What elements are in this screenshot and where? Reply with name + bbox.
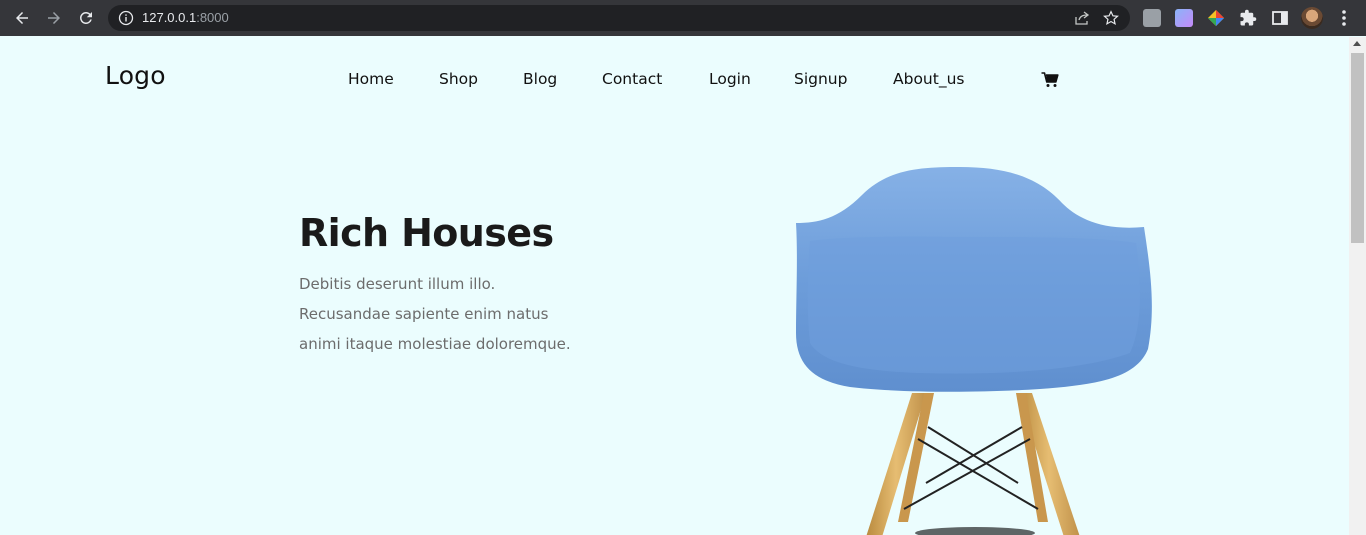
forward-button[interactable] — [42, 6, 66, 30]
arrow-right-icon — [48, 12, 60, 24]
nav-about-us[interactable]: About_us — [893, 70, 964, 88]
page-viewport: Logo Home Shop Blog Contact Login Signup… — [0, 37, 1349, 535]
blue-chair-image — [796, 167, 1152, 535]
shopping-cart-icon[interactable] — [1041, 72, 1059, 88]
arrow-left-icon — [16, 12, 28, 24]
extension-icon[interactable] — [1143, 9, 1161, 27]
hero-description: Debitis deserunt illum illo. Recusandae … — [299, 269, 599, 359]
nav-signup[interactable]: Signup — [794, 70, 847, 88]
reload-icon — [79, 11, 92, 24]
browser-toolbar: 127.0.0.1:8000 — [0, 0, 1366, 36]
reload-button[interactable] — [74, 6, 98, 30]
hero-text-line: Recusandae sapiente enim natus — [299, 305, 549, 323]
profile-avatar[interactable] — [1301, 7, 1323, 29]
hero-text-line: animi itaque molestiae doloremque. — [299, 335, 571, 353]
extension-icon[interactable] — [1175, 9, 1193, 27]
hero-text-line: Debitis deserunt illum illo. — [299, 275, 496, 293]
scrollbar-thumb[interactable] — [1351, 53, 1364, 243]
puzzle-icon[interactable] — [1239, 9, 1257, 27]
info-icon[interactable] — [118, 10, 134, 26]
nav-blog[interactable]: Blog — [523, 70, 557, 88]
site-logo[interactable]: Logo — [105, 61, 166, 90]
url-text: 127.0.0.1:8000 — [142, 10, 229, 26]
back-button[interactable] — [10, 6, 34, 30]
url-host: 127.0.0.1 — [142, 10, 197, 25]
address-bar[interactable]: 127.0.0.1:8000 — [108, 5, 1130, 31]
scroll-up-arrow-icon[interactable] — [1353, 41, 1361, 46]
side-panel-icon[interactable] — [1271, 9, 1289, 27]
nav-shop[interactable]: Shop — [439, 70, 478, 88]
nav-login[interactable]: Login — [709, 70, 751, 88]
vertical-scrollbar[interactable] — [1349, 37, 1366, 535]
bookmark-star-icon[interactable] — [1102, 9, 1120, 27]
nav-home[interactable]: Home — [348, 70, 394, 88]
nav-contact[interactable]: Contact — [602, 70, 662, 88]
extension-icon[interactable] — [1207, 9, 1225, 27]
share-icon[interactable] — [1074, 10, 1090, 26]
hero-title: Rich Houses — [299, 211, 554, 255]
url-port: :8000 — [196, 10, 229, 25]
menu-kebab-icon[interactable] — [1336, 8, 1352, 28]
